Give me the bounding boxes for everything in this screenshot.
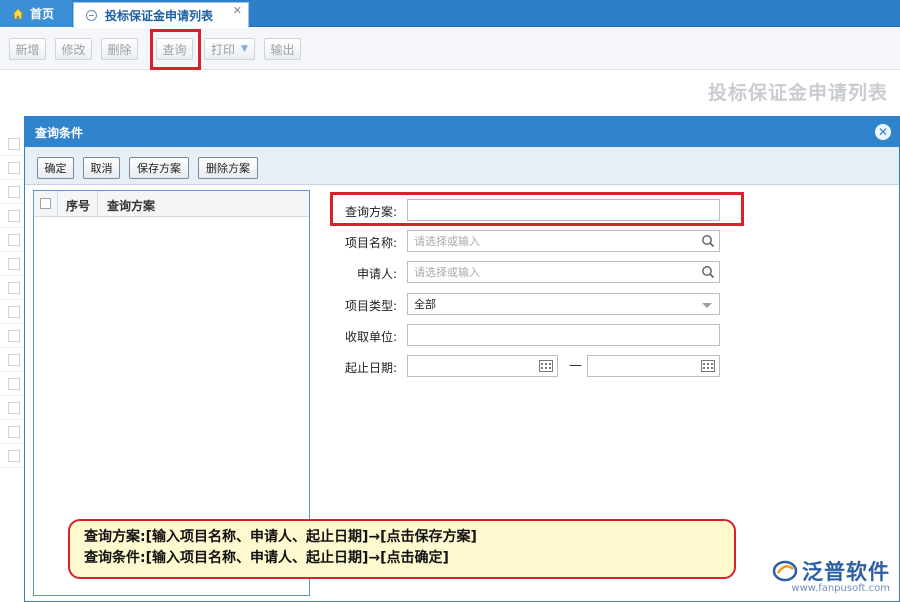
select-all-checkbox[interactable] <box>40 198 51 209</box>
list-item <box>0 180 25 204</box>
list-item <box>0 420 25 444</box>
date-start-input[interactable] <box>407 355 558 377</box>
project-placeholder: 请选择或输入 <box>414 235 480 248</box>
print-label: 打印 <box>211 42 236 57</box>
type-label: 项目类型: <box>344 299 397 313</box>
tab-home-label: 首页 <box>30 7 55 21</box>
print-button[interactable]: 打印 ▼ <box>204 38 255 60</box>
unit-label: 收取单位: <box>344 330 397 344</box>
tab-home[interactable]: 首页 <box>0 0 72 27</box>
chevron-down-icon <box>702 303 712 308</box>
dialog-title: 查询条件 <box>35 125 84 140</box>
note-line-1: 查询方案:[输入项目名称、申请人、起止日期]→[点击保存方案] <box>84 529 477 545</box>
list-item <box>0 444 25 468</box>
list-item <box>0 156 25 180</box>
tab-close-icon[interactable]: ✕ <box>233 4 242 17</box>
form-row-applicant: 申请人: 请选择或输入 <box>325 261 725 285</box>
confirm-button[interactable]: 确定 <box>37 157 74 179</box>
form-row-project: 项目名称: 请选择或输入 <box>325 230 725 254</box>
brand-logo: 泛普软件 <box>772 556 890 586</box>
form-row-date: 起止日期: — <box>325 355 725 379</box>
logo-icon <box>772 560 798 582</box>
column-divider <box>97 191 98 217</box>
tab-bar: 首页 投标保证金申请列表 ✕ <box>0 0 900 28</box>
form-row-unit: 收取单位: <box>325 324 725 348</box>
delete-button[interactable]: 删除 <box>101 38 138 60</box>
search-icon[interactable] <box>701 265 715 279</box>
export-button[interactable]: 输出 <box>264 38 301 60</box>
cancel-button[interactable]: 取消 <box>83 157 120 179</box>
column-index: 序号 <box>66 199 91 213</box>
search-icon[interactable] <box>701 234 715 248</box>
list-item <box>0 204 25 228</box>
applicant-input[interactable]: 请选择或输入 <box>407 261 720 283</box>
calendar-icon[interactable] <box>701 360 715 372</box>
list-item <box>0 300 25 324</box>
list-item <box>0 228 25 252</box>
home-icon <box>12 8 24 19</box>
logo-text: 泛普软件 <box>802 560 890 584</box>
date-end-input[interactable] <box>587 355 720 377</box>
tab-bid-deposit-list-label: 投标保证金申请列表 <box>105 9 214 23</box>
tab-bid-deposit-list[interactable]: 投标保证金申请列表 ✕ <box>73 2 249 28</box>
highlight-plan-field <box>330 192 744 226</box>
edit-button[interactable]: 修改 <box>55 38 92 60</box>
chevron-down-icon: ▼ <box>241 44 248 54</box>
dialog-header: 查询条件 ✕ <box>25 117 899 147</box>
applicant-label: 申请人: <box>356 267 397 281</box>
dialog-close-icon[interactable]: ✕ <box>875 124 891 140</box>
unit-input[interactable] <box>407 324 720 346</box>
column-plan: 查询方案 <box>107 199 156 213</box>
applicant-placeholder: 请选择或输入 <box>414 266 480 279</box>
dialog-toolbar: 确定 取消 保存方案 删除方案 <box>25 147 899 185</box>
new-button[interactable]: 新增 <box>9 38 46 60</box>
annotation-note: 查询方案:[输入项目名称、申请人、起止日期]→[点击保存方案] 查询条件:[输入… <box>68 519 736 579</box>
project-label: 项目名称: <box>344 236 397 250</box>
plan-list-header: 序号 查询方案 <box>34 191 309 217</box>
page-title: 投标保证金申请列表 <box>707 82 888 104</box>
collapse-icon <box>86 10 97 21</box>
logo-url: www.fanpusoft.com <box>791 583 890 594</box>
highlight-query-button <box>150 29 201 70</box>
date-label: 起止日期: <box>344 361 397 375</box>
list-item <box>0 324 25 348</box>
date-separator: — <box>569 358 582 373</box>
list-item <box>0 396 25 420</box>
project-input[interactable]: 请选择或输入 <box>407 230 720 252</box>
list-item <box>0 252 25 276</box>
calendar-icon[interactable] <box>539 360 553 372</box>
form-row-type: 项目类型: 全部 <box>325 293 725 317</box>
main-toolbar: 新增 修改 删除 查询 打印 ▼ 输出 <box>0 28 900 70</box>
column-divider <box>57 191 58 217</box>
background-list <box>0 132 25 472</box>
type-select[interactable]: 全部 <box>407 293 720 315</box>
list-item <box>0 348 25 372</box>
type-value: 全部 <box>414 298 436 311</box>
list-item <box>0 132 25 156</box>
note-line-2: 查询条件:[输入项目名称、申请人、起止日期]→[点击确定] <box>84 550 449 566</box>
list-item <box>0 276 25 300</box>
delete-plan-button[interactable]: 删除方案 <box>198 157 258 179</box>
list-item <box>0 372 25 396</box>
save-plan-button[interactable]: 保存方案 <box>129 157 189 179</box>
